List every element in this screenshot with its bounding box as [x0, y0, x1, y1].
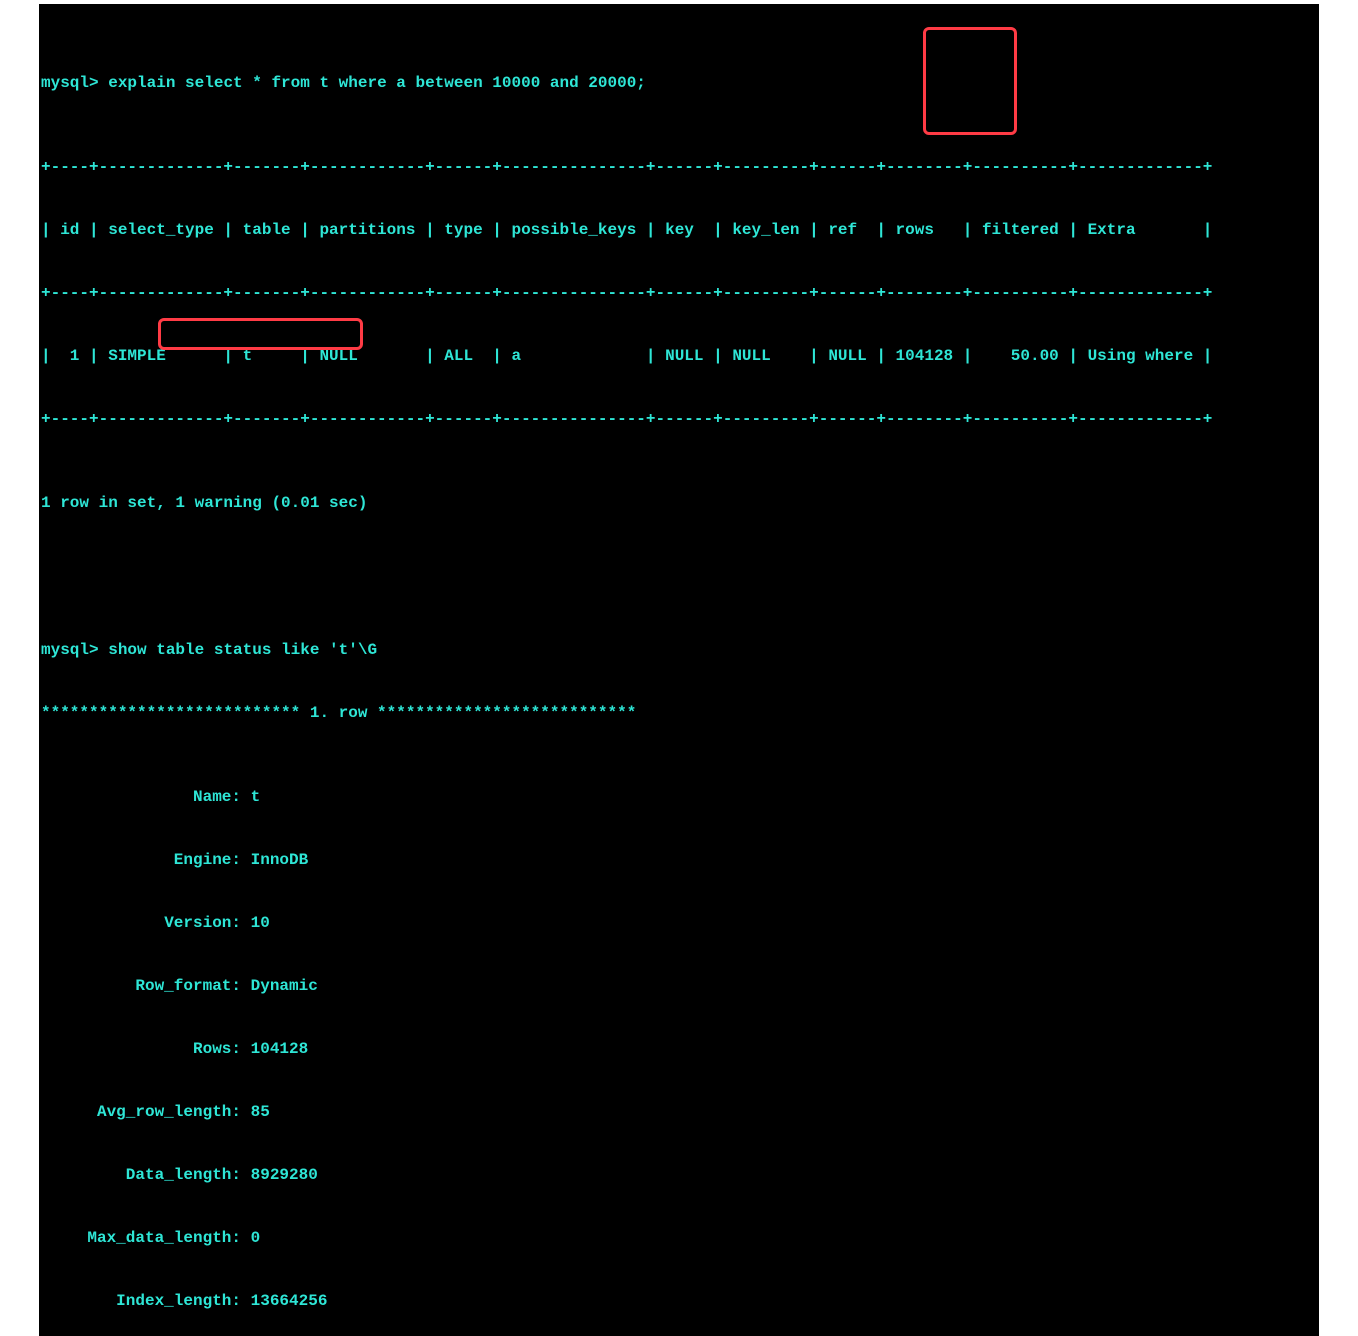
status-rows: Rows: 104128 [39, 1039, 1319, 1060]
table-data-row: | 1 | SIMPLE | t | NULL | ALL | a | NULL… [39, 346, 1319, 367]
status-data-length: Data_length: 8929280 [39, 1165, 1319, 1186]
query-text: show table status like 't'\G [108, 641, 377, 659]
query-text: explain select * from t where a between … [108, 74, 646, 92]
status-avg-row-length: Avg_row_length: 85 [39, 1102, 1319, 1123]
table-border: +----+-------------+-------+------------… [39, 283, 1319, 304]
status-max-data-length: Max_data_length: 0 [39, 1228, 1319, 1249]
table-border: +----+-------------+-------+------------… [39, 409, 1319, 430]
table-border: +----+-------------+-------+------------… [39, 157, 1319, 178]
status-row-format: Row_format: Dynamic [39, 976, 1319, 997]
prompt: mysql> [41, 641, 99, 659]
blank-line [39, 556, 1319, 577]
mysql-terminal[interactable]: mysql> explain select * from t where a b… [39, 4, 1319, 1336]
status-version: Version: 10 [39, 913, 1319, 934]
table-header-row: | id | select_type | table | partitions … [39, 220, 1319, 241]
status-index-length: Index_length: 13664256 [39, 1291, 1319, 1312]
show-status-query-line: mysql> show table status like 't'\G [39, 640, 1319, 661]
result-summary: 1 row in set, 1 warning (0.01 sec) [39, 493, 1319, 514]
prompt: mysql> [41, 74, 99, 92]
status-engine: Engine: InnoDB [39, 850, 1319, 871]
status-name: Name: t [39, 787, 1319, 808]
explain-query-line: mysql> explain select * from t where a b… [39, 73, 1319, 94]
row-banner: *************************** 1. row *****… [39, 703, 1319, 724]
